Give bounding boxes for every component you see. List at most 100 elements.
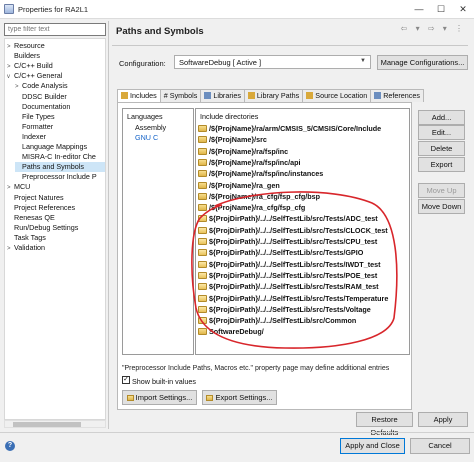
tree-item[interactable]: Documentation <box>15 102 105 112</box>
include-directory-row[interactable]: ${ProjDirPath}/../../SelfTestLib/src/Com… <box>198 315 356 326</box>
show-builtin-checkbox[interactable]: ✓ <box>122 376 130 384</box>
tree-item[interactable]: Indexer <box>15 132 105 142</box>
tree-item[interactable]: Project References <box>7 203 105 213</box>
tab-symbols[interactable]: # Symbols <box>159 89 202 102</box>
include-directory-row[interactable]: /${ProjName}/src <box>198 134 267 145</box>
tab-libraries[interactable]: Libraries <box>200 89 245 102</box>
include-directory-row[interactable]: /${ProjName}/ra/fsp/inc/instances <box>198 168 323 179</box>
include-directory-row[interactable]: /${ProjName}/ra_cfg/fsp_cfg/bsp <box>198 191 320 202</box>
include-directory-row[interactable]: /${ProjName}/ra/fsp/inc <box>198 146 288 157</box>
tree-item[interactable]: File Types <box>15 112 105 122</box>
close-button[interactable]: ✕ <box>452 0 474 19</box>
import-settings-button[interactable]: Import Settings... <box>122 390 197 405</box>
tree-item[interactable]: > MCU <box>7 182 105 192</box>
tab-library-paths[interactable]: Library Paths <box>243 89 304 102</box>
include-directory-row[interactable]: /${ProjName}/ra/fsp/inc/api <box>198 157 300 168</box>
include-directory-path: /${ProjName}/ra/fsp/inc/api <box>209 157 301 167</box>
apply-button[interactable]: Apply <box>418 412 468 427</box>
include-directory-row[interactable]: ${ProjDirPath}/../../SelfTestLib/src/Tes… <box>198 236 377 247</box>
tab-label: Libraries <box>213 91 241 100</box>
window-controls: — ☐ ✕ <box>408 0 474 19</box>
scrollbar-thumb[interactable] <box>13 422 81 427</box>
move-down-button[interactable]: Move Down <box>418 199 465 214</box>
language-item[interactable]: Assembly <box>135 123 166 132</box>
tree-item-label: Paths and Symbols <box>22 162 84 172</box>
tree-item[interactable]: Preprocessor Include P <box>15 172 105 182</box>
delete-button[interactable]: Delete <box>418 141 465 156</box>
tree-item-label: C/C++ Build <box>14 61 53 71</box>
tab-references[interactable]: References <box>370 89 424 102</box>
folder-icon <box>198 215 207 223</box>
folder-icon <box>198 125 207 132</box>
maximize-button[interactable]: ☐ <box>430 0 452 19</box>
filter-input[interactable] <box>4 23 106 36</box>
tree-item[interactable]: Renesas QE <box>7 213 105 223</box>
tree-item[interactable]: DDSC Builder <box>15 92 105 102</box>
folder-icon <box>198 192 207 200</box>
include-directory-row[interactable]: /${ProjName}/ra_cfg/fsp_cfg <box>198 202 305 213</box>
export-settings-label: Export Settings... <box>215 393 273 402</box>
help-icon[interactable]: ? <box>5 441 15 451</box>
import-icon <box>126 395 134 401</box>
tree-item[interactable]: Language Mappings <box>15 142 105 152</box>
folder-icon <box>198 283 207 291</box>
language-item[interactable]: GNU C <box>135 133 158 142</box>
folder-icon <box>198 271 207 279</box>
include-directory-row[interactable]: /${ProjName}/ra/arm/CMSIS_5/CMSIS/Core/I… <box>198 123 381 134</box>
import-settings-label: Import Settings... <box>135 393 193 402</box>
show-builtin-label: Show built-in values <box>132 377 196 386</box>
move-up-button[interactable]: Move Up <box>418 183 465 198</box>
apply-and-close-button[interactable]: Apply and Close <box>340 438 405 454</box>
tree-item[interactable]: > Resource <box>7 41 105 51</box>
manage-configurations-button[interactable]: Manage Configurations... <box>377 55 468 70</box>
minimize-button[interactable]: — <box>408 0 430 19</box>
tree-item[interactable]: MISRA-C In-editor Che <box>15 152 105 162</box>
include-directory-row[interactable]: ${ProjDirPath}/../../SelfTestLib/src/Tes… <box>198 213 378 224</box>
tree-item[interactable]: Builders <box>7 51 105 61</box>
tab-label: # Symbols <box>163 91 198 100</box>
restore-defaults-button[interactable]: Restore Defaults <box>356 412 413 437</box>
include-directory-row[interactable]: ${ProjDirPath}/../../SelfTestLib/src/Tes… <box>198 270 377 281</box>
folder-icon <box>198 305 207 313</box>
tree-item[interactable]: Task Tags <box>7 233 105 243</box>
add-button[interactable]: Add... <box>418 110 465 125</box>
tree-item[interactable]: > C/C++ Build <box>7 61 105 71</box>
export-settings-button[interactable]: Export Settings... <box>202 390 277 405</box>
include-directory-path: /${ProjName}/ra/fsp/inc <box>209 146 289 156</box>
include-directory-row[interactable]: ${ProjDirPath}/../../SelfTestLib/src/Tes… <box>198 259 380 270</box>
tab-includes[interactable]: Includes <box>117 89 161 103</box>
tab-source-location[interactable]: Source Location <box>302 89 372 102</box>
tree-horizontal-scrollbar[interactable] <box>4 420 106 428</box>
tree-item[interactable]: Formatter <box>15 122 105 132</box>
tree-item[interactable]: > Code Analysis <box>15 81 105 91</box>
navigation-arrows-icon[interactable]: ⇦ ▾ ⇨ ▾ ⋮ <box>401 24 466 33</box>
tree-item-label: MISRA-C In-editor Che <box>22 152 96 162</box>
tree-item-label: Run/Debug Settings <box>14 222 79 232</box>
chevron-down-icon[interactable]: v <box>7 72 14 82</box>
tree-item[interactable]: Paths and Symbols <box>15 162 105 173</box>
edit-button[interactable]: Edit... <box>418 125 465 140</box>
include-directory-row[interactable]: ${ProjDirPath}/../../SelfTestLib/src/Tes… <box>198 293 388 304</box>
folder-icon <box>198 204 207 212</box>
tree-item[interactable]: Project Natures <box>7 193 105 203</box>
include-directory-row[interactable]: /${ProjName}/ra_gen <box>198 180 280 191</box>
include-directory-row[interactable]: ${ProjDirPath}/../../SelfTestLib/src/Tes… <box>198 304 371 315</box>
tree-item-label: DDSC Builder <box>22 91 67 101</box>
include-directory-row[interactable]: ${ProjDirPath}/../../SelfTestLib/src/Tes… <box>198 247 363 258</box>
chevron-right-icon[interactable]: > <box>7 244 14 254</box>
tab-label: Source Location <box>315 91 368 100</box>
tree-item-label: MCU <box>14 182 31 192</box>
tree-item[interactable]: Run/Debug Settings <box>7 223 105 233</box>
tree-item[interactable]: > Validation <box>7 243 105 253</box>
include-directory-row[interactable]: ${ProjDirPath}/../../SelfTestLib/src/Tes… <box>198 225 388 236</box>
tab-bar: Includes # Symbols Libraries Library Paths S… <box>117 89 424 103</box>
preprocessor-note: "Preprocessor Include Paths, Macros etc.… <box>122 365 390 372</box>
tree-item[interactable]: v C/C++ General <box>7 71 105 81</box>
folder-icon <box>198 158 207 166</box>
export-button[interactable]: Export <box>418 157 465 172</box>
include-directory-row[interactable]: SoftwareDebug/ <box>198 326 264 337</box>
configuration-select[interactable]: SoftwareDebug [ Active ] ▼ <box>174 55 371 69</box>
cancel-button[interactable]: Cancel <box>410 438 470 454</box>
splitter[interactable] <box>108 21 109 429</box>
include-directory-row[interactable]: ${ProjDirPath}/../../SelfTestLib/src/Tes… <box>198 281 378 292</box>
